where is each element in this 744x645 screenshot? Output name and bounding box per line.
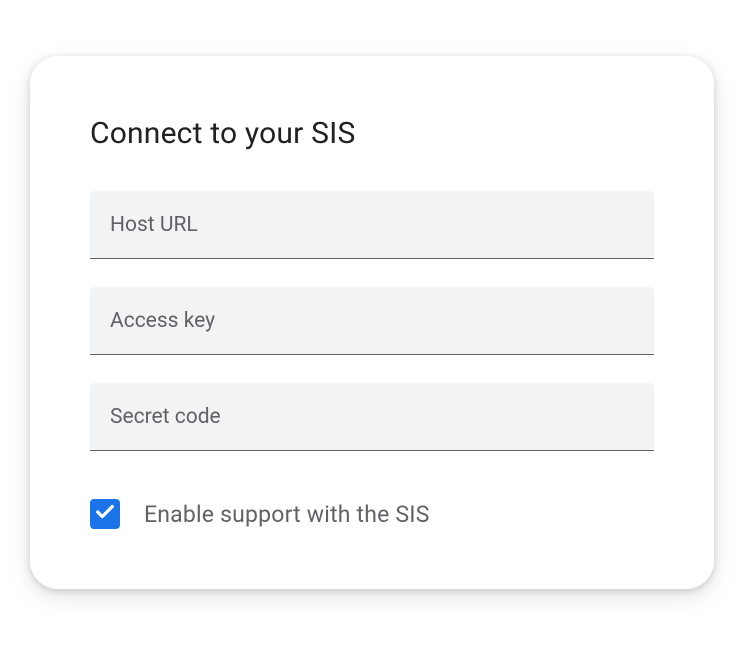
enable-sis-checkbox-label: Enable support with the SIS <box>144 501 430 528</box>
host-url-field-container <box>90 191 654 259</box>
secret-code-field-container <box>90 383 654 451</box>
enable-sis-checkbox[interactable] <box>90 499 120 529</box>
checkmark-icon <box>94 501 116 527</box>
sis-connect-card: Connect to your SIS Enable support with … <box>30 56 714 589</box>
host-url-input[interactable] <box>110 191 634 258</box>
access-key-input[interactable] <box>110 287 634 354</box>
page-title: Connect to your SIS <box>90 116 654 151</box>
enable-sis-checkbox-row: Enable support with the SIS <box>90 499 654 529</box>
access-key-field-container <box>90 287 654 355</box>
secret-code-input[interactable] <box>110 383 634 450</box>
